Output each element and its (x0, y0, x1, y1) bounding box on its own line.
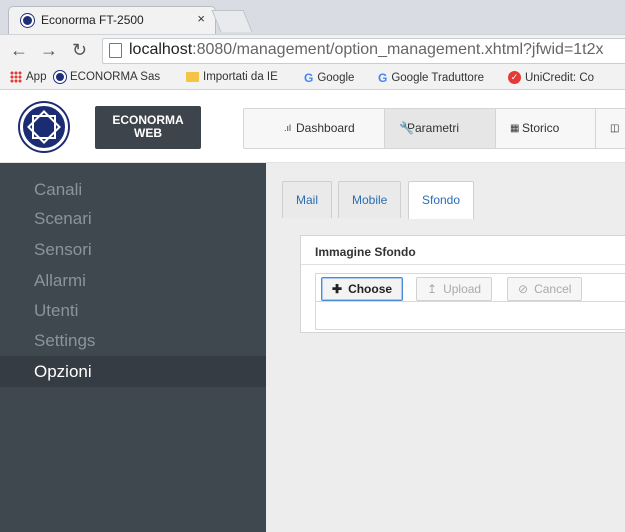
cancel-button[interactable]: ⊘ Cancel (507, 277, 583, 301)
cancel-icon: ⊘ (518, 282, 529, 296)
url-text: localhost:8080/management/option_managem… (129, 41, 604, 58)
app-header: ECONORMA WEB .ıl Dashboard 🔧 Parametri ▦ St… (0, 91, 625, 163)
econorma-icon (54, 71, 66, 83)
wrench-icon: 🔧 (399, 121, 414, 135)
bookmarks-bar: App ECONORMA Sas Importati da IE G Google… (0, 66, 625, 90)
browser-tabstrip: Econorma FT-2500 × (0, 0, 625, 34)
file-drop-zone[interactable] (315, 302, 625, 330)
reload-icon[interactable]: ↻ (72, 41, 87, 59)
back-arrow-icon[interactable]: ← (10, 41, 28, 59)
nav-more[interactable]: ◫M (596, 109, 625, 148)
panel-title: Immagine Sfondo (301, 236, 625, 265)
address-bar[interactable]: localhost:8080/management/option_managem… (102, 38, 625, 64)
sidebar-item-canali[interactable]: Canali (34, 180, 82, 200)
upload-icon: ↥ (427, 282, 438, 296)
bookmark-folder-ie[interactable]: Importati da IE (186, 71, 278, 83)
folder-icon (186, 72, 199, 82)
bookmark-google-translate[interactable]: G Google Traduttore (378, 71, 484, 85)
plus-icon: ✚ (332, 282, 343, 296)
background-image-panel: Immagine Sfondo ✚ Choose ↥ Upload ⊘ Cancel (300, 235, 625, 333)
close-tab-icon[interactable]: × (197, 11, 205, 26)
document-icon: ◫ (610, 123, 620, 134)
page-icon (109, 43, 122, 58)
sidebar-item-sensori[interactable]: Sensori (34, 240, 92, 260)
sidebar-item-allarmi[interactable]: Allarmi (34, 271, 86, 291)
sidebar: Canali Scenari Sensori Allarmi Utenti Se… (0, 163, 266, 532)
tab-sfondo[interactable]: Sfondo (408, 181, 475, 219)
bookmark-unicredit[interactable]: ✓ UniCredit: Co (508, 71, 594, 84)
google-icon: G (378, 71, 388, 85)
new-tab-button[interactable] (211, 10, 253, 32)
sidebar-item-opzioni[interactable]: Opzioni (34, 362, 92, 382)
brand-button[interactable]: ECONORMA WEB (95, 106, 201, 149)
tab-mail[interactable]: Mail (282, 181, 333, 218)
browser-tab[interactable]: Econorma FT-2500 × (8, 6, 216, 34)
apps-grid-icon (10, 71, 22, 83)
forward-arrow-icon[interactable]: → (40, 41, 58, 59)
google-icon: G (304, 71, 314, 85)
nav-storico[interactable]: ▦ Storico (496, 109, 596, 148)
unicredit-icon: ✓ (508, 71, 521, 84)
browser-toolbar: ← → ↻ localhost:8080/management/option_m… (0, 34, 625, 66)
sidebar-item-settings[interactable]: Settings (34, 331, 95, 351)
econorma-favicon-icon (21, 14, 34, 27)
econorma-logo-icon[interactable] (20, 103, 68, 151)
sidebar-item-utenti[interactable]: Utenti (34, 301, 78, 321)
nav-dashboard[interactable]: .ıl Dashboard (244, 109, 385, 148)
fileupload-toolbar: ✚ Choose ↥ Upload ⊘ Cancel (315, 273, 625, 302)
nav-parametri[interactable]: 🔧 Parametri (385, 109, 496, 148)
tab-mobile[interactable]: Mobile (338, 181, 402, 218)
bookmark-apps[interactable]: App (10, 71, 46, 83)
sidebar-item-scenari[interactable]: Scenari (34, 209, 92, 229)
table-icon: ▦ (510, 123, 520, 134)
choose-button[interactable]: ✚ Choose (321, 277, 404, 301)
top-nav: .ılDashboard 🔧Parametri ▦Storico ◫M (243, 108, 625, 149)
browser-tab-title: Econorma FT-2500 (41, 13, 144, 27)
main-content: Mail Mobile Sfondo Immagine Sfondo ✚ Choo… (266, 163, 625, 532)
bar-chart-icon: .ıl (284, 123, 292, 133)
brand-line2: WEB (134, 126, 162, 140)
bookmark-google[interactable]: G Google (304, 71, 354, 85)
upload-button[interactable]: ↥ Upload (416, 277, 493, 301)
bookmark-econorma[interactable]: ECONORMA Sas (54, 71, 160, 83)
